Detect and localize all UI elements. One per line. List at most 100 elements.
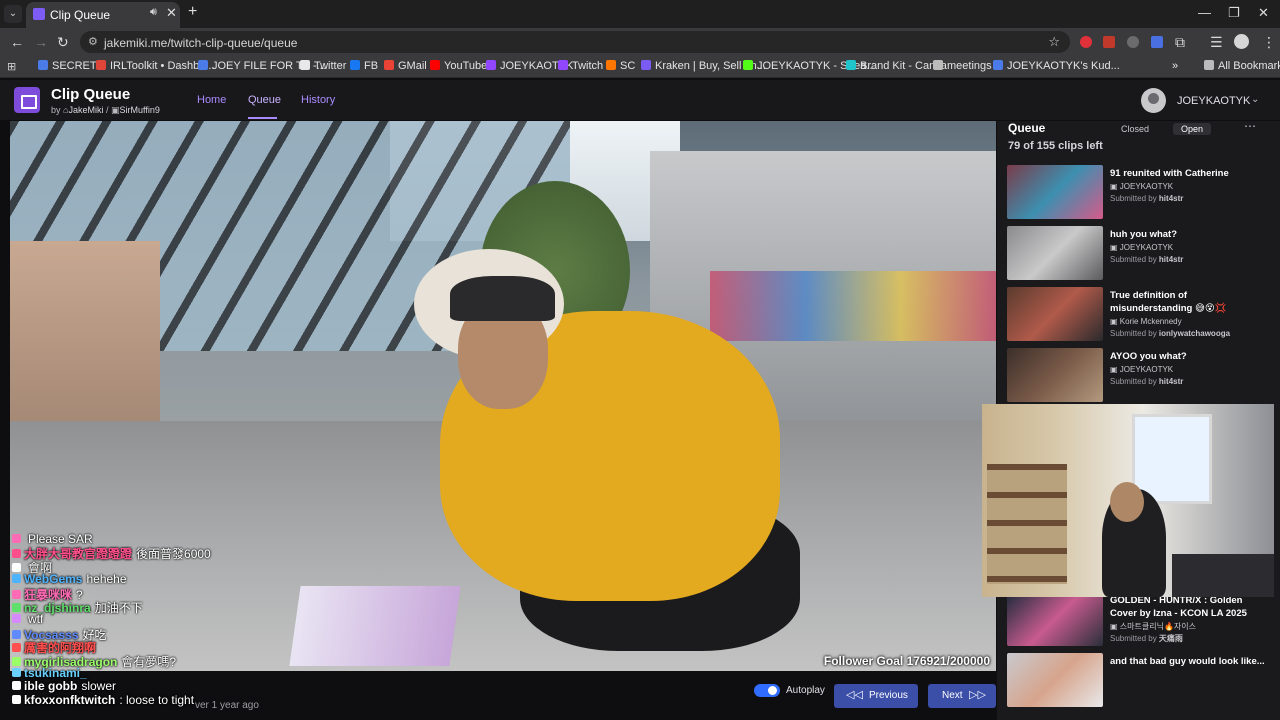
clip-thumbnail[interactable]: [1007, 165, 1103, 219]
twitch-icon: ▣: [1110, 622, 1120, 631]
bookmark-item[interactable]: SECRETS: [38, 60, 104, 72]
more-options-icon[interactable]: ⋯: [1244, 119, 1256, 133]
extension-badge-icon[interactable]: [1151, 36, 1163, 48]
nav-queue[interactable]: Queue: [248, 94, 281, 106]
clip-title[interactable]: True definition of misunderstanding 😅😵💢: [1110, 289, 1272, 315]
follower-goal-overlay: Follower Goal 176921/200000: [823, 654, 990, 668]
bookmark-item[interactable]: GMail: [384, 60, 427, 72]
chat-badge-icon: [12, 643, 21, 653]
autoplay-toggle[interactable]: [754, 684, 780, 697]
bookmark-folder[interactable]: meetings: [933, 60, 992, 72]
back-button[interactable]: ←: [10, 34, 24, 50]
video-mall-banner: [710, 271, 996, 341]
url-field[interactable]: ⚙ jakemiki.me/twitch-clip-queue/queue ☆: [80, 31, 1070, 53]
queue-clip-item[interactable]: GOLDEN - HUNTR/X : Golden Cover by Izna …: [1007, 592, 1275, 648]
user-avatar[interactable]: [1141, 88, 1166, 113]
clip-thumbnail[interactable]: [1007, 226, 1103, 280]
bookmark-item[interactable]: JOEYKAOTYK's Kud...: [993, 60, 1120, 72]
nav-home[interactable]: Home: [197, 94, 226, 106]
all-bookmarks-folder[interactable]: All Bookmarks: [1204, 60, 1280, 72]
queue-clip-item[interactable]: huh you what? ▣ JOEYKAOTYK Submitted by hi…: [1007, 226, 1275, 282]
chat-icon: ▣: [111, 105, 120, 115]
extensions-puzzle-icon[interactable]: ⧉: [1175, 34, 1185, 51]
restore-button[interactable]: ❐: [1228, 5, 1240, 21]
browser-menu-icon[interactable]: ⋮: [1262, 34, 1276, 51]
clip-title[interactable]: 91 reunited with Catherine: [1110, 167, 1272, 180]
clip-channel: ▣ Korie Mckennedy: [1110, 316, 1272, 328]
extension-gray-icon[interactable]: [1127, 36, 1139, 48]
nav-history[interactable]: History: [301, 94, 335, 106]
chat-badge-icon: [12, 656, 21, 666]
queue-clip-item[interactable]: AYOO you what? ▣ JOEYKAOTYK Submitted by h…: [1007, 348, 1275, 404]
bookmark-item[interactable]: IRLToolkit • Dashbo...: [96, 60, 215, 72]
previous-button[interactable]: ◁◁ Previous: [834, 684, 918, 708]
speaker-icon[interactable]: 🔊︎: [150, 6, 157, 19]
site-header: Clip Queue by ⌂JakeMiki / ▣SirMuffin9 Ho…: [0, 80, 1280, 120]
apps-grid-icon[interactable]: ⊞: [7, 60, 16, 73]
webcam-person-head: [1110, 482, 1144, 522]
clip-title[interactable]: huh you what?: [1110, 228, 1272, 241]
extension-red-icon[interactable]: [1080, 36, 1092, 48]
clip-thumbnail[interactable]: [1007, 592, 1103, 646]
bookmark-item[interactable]: YouTube: [430, 60, 487, 72]
bookmark-favicon-icon: [743, 60, 753, 70]
reading-list-icon[interactable]: ☰: [1210, 34, 1223, 51]
chat-message: kfoxxonfktwitch: loose to tight: [12, 693, 194, 709]
clip-thumbnail[interactable]: [1007, 348, 1103, 402]
chat-badge-icon: [12, 574, 21, 584]
clip-title[interactable]: AYOO you what?: [1110, 350, 1272, 363]
chat-text: slower: [81, 679, 117, 694]
address-bar: ← → ↻ ⚙ jakemiki.me/twitch-clip-queue/qu…: [0, 28, 1280, 56]
new-tab-button[interactable]: +: [188, 3, 197, 21]
clip-queue-logo-icon[interactable]: [14, 87, 40, 113]
queue-tab-closed[interactable]: Closed: [1113, 123, 1157, 135]
chevron-down-icon[interactable]: ⌄: [1251, 94, 1259, 105]
next-label: Next: [942, 690, 963, 701]
browser-tab-clip-queue[interactable]: Clip Queue 🔊︎ ✕: [26, 2, 180, 28]
clip-title[interactable]: GOLDEN - HUNTR/X : Golden Cover by Izna …: [1110, 594, 1272, 620]
clip-channel-name: JOEYKAOTYK: [1119, 182, 1174, 191]
clip-thumbnail[interactable]: [1007, 653, 1103, 707]
minimize-button[interactable]: —: [1198, 5, 1211, 20]
clip-submitter: Submitted by hit4str: [1110, 254, 1272, 266]
bookmark-item[interactable]: FB: [350, 60, 378, 72]
profile-avatar-icon[interactable]: [1234, 34, 1249, 49]
bookmark-item[interactable]: Twitter: [300, 60, 346, 72]
window-close-button[interactable]: ✕: [1258, 5, 1269, 21]
forward-button[interactable]: →: [34, 34, 48, 50]
site-info-icon[interactable]: ⚙: [88, 35, 98, 48]
bookmark-favicon-icon: [38, 60, 48, 70]
author-link[interactable]: JakeMiki: [68, 105, 103, 115]
chat-username: ible gobb: [24, 679, 78, 694]
queue-tab-open[interactable]: Open: [1173, 123, 1212, 135]
bookmark-favicon-icon: [350, 60, 360, 70]
bookmark-item[interactable]: Twitch: [558, 60, 603, 72]
clip-info: and that bad guy would look like...: [1110, 655, 1272, 668]
clip-thumbnail[interactable]: [1007, 287, 1103, 341]
clip-submitter: Submitted by hit4str: [1110, 193, 1272, 205]
twitch-icon: ▣: [1110, 243, 1120, 252]
queue-clip-item[interactable]: and that bad guy would look like...: [1007, 653, 1275, 709]
url-text[interactable]: jakemiki.me/twitch-clip-queue/queue: [104, 36, 297, 50]
user-name[interactable]: JOEYKAOTYK: [1177, 95, 1250, 107]
bookmark-item[interactable]: SC: [606, 60, 635, 72]
chat-text: : loose to tight: [119, 692, 195, 707]
tab-close-icon[interactable]: ✕: [166, 5, 177, 21]
next-button[interactable]: Next ▷▷: [928, 684, 996, 708]
bookmark-item[interactable]: Brand Kit - Canva: [846, 60, 947, 72]
chat-text: Please SAR: [28, 532, 93, 546]
queue-clip-item[interactable]: True definition of misunderstanding 😅😵💢 ▣…: [1007, 287, 1275, 343]
queue-count: 79 of 155 clips left: [1008, 140, 1103, 152]
bookmark-star-icon[interactable]: ☆: [1048, 34, 1060, 50]
nav-active-indicator: [248, 117, 277, 119]
tab-search-button[interactable]: ⌄: [4, 5, 22, 23]
site-byline: by ⌂JakeMiki / ▣SirMuffin9: [51, 105, 160, 116]
extension-flame-icon[interactable]: [1103, 36, 1115, 48]
clip-title[interactable]: and that bad guy would look like...: [1110, 655, 1272, 668]
reload-button[interactable]: ↻: [57, 34, 69, 51]
coauthor-link[interactable]: SirMuffin9: [120, 105, 160, 115]
queue-clip-item[interactable]: 91 reunited with Catherine ▣ JOEYKAOTYK Su…: [1007, 165, 1275, 221]
clip-meta: ver 1 year ago: [195, 700, 259, 711]
bookmarks-overflow-chevron-icon[interactable]: »: [1172, 60, 1178, 72]
bookmark-favicon-icon: [846, 60, 856, 70]
